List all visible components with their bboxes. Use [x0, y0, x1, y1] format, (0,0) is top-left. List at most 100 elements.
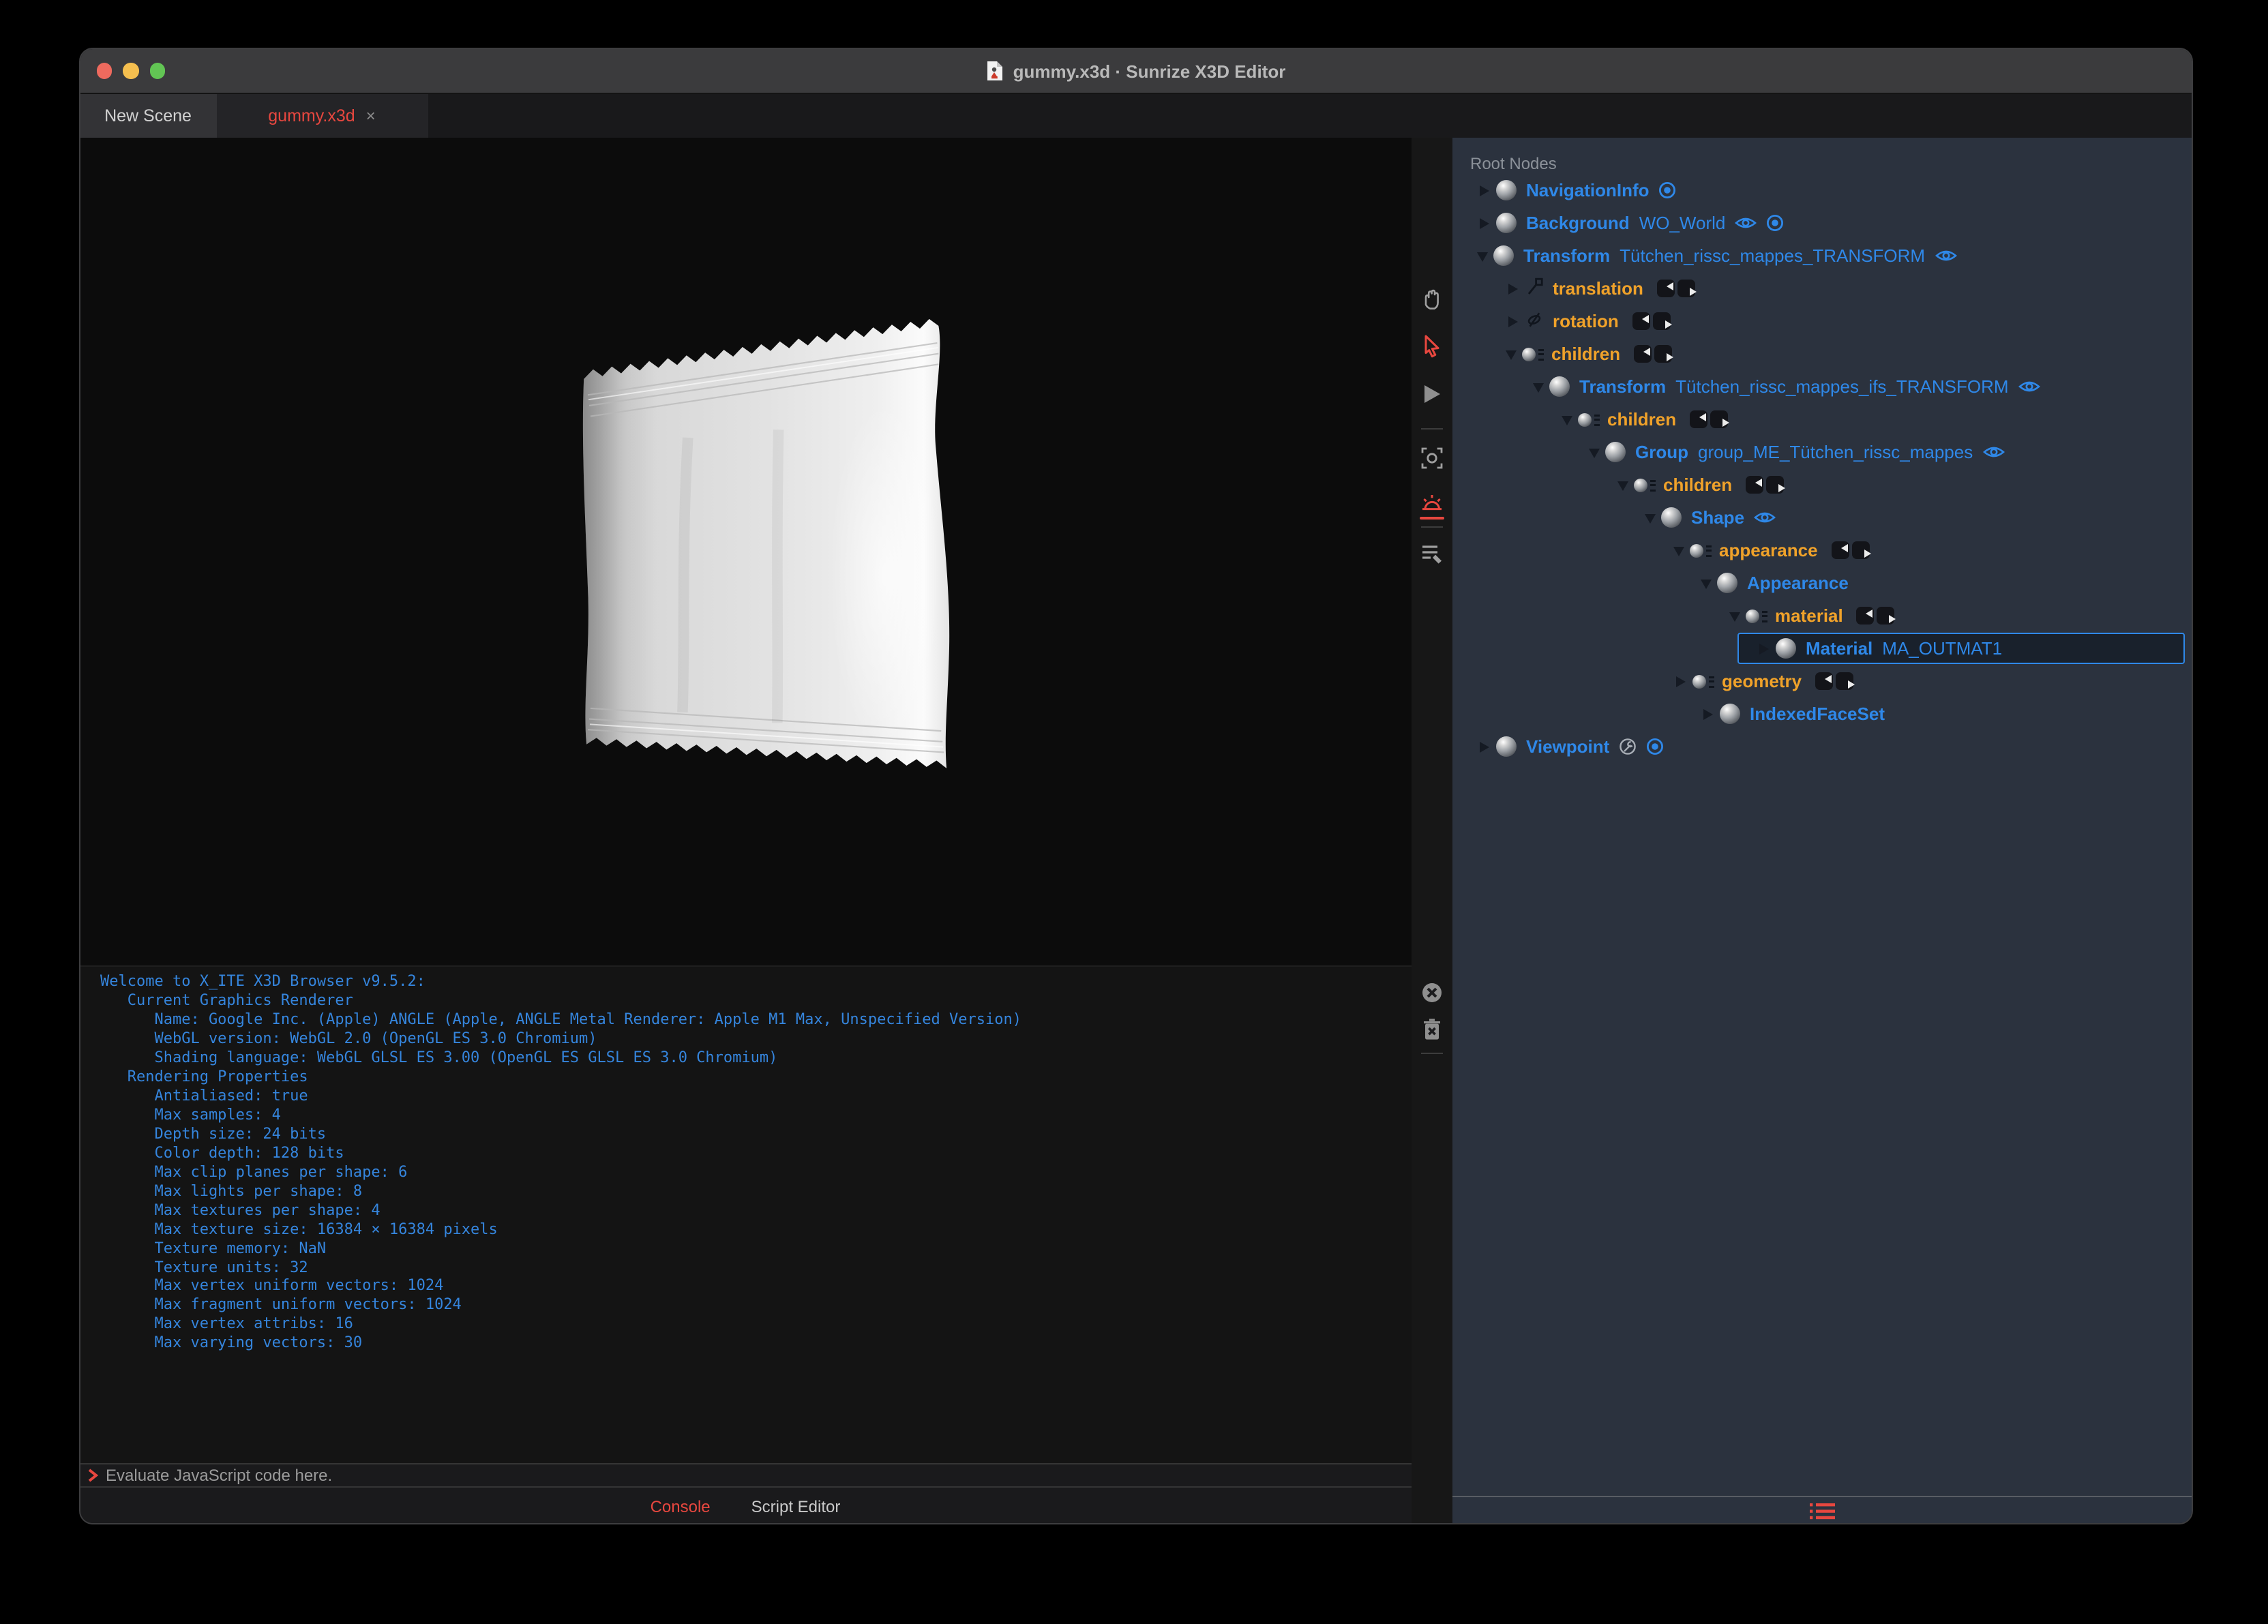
- node-def-name[interactable]: WO_World: [1639, 213, 1726, 233]
- console-input-row[interactable]: Evaluate JavaScript code here.: [80, 1462, 1411, 1487]
- route-in-icon[interactable]: [1856, 607, 1875, 625]
- outline-list-icon[interactable]: [1809, 1502, 1835, 1520]
- expander-icon[interactable]: [1533, 383, 1544, 393]
- expander-icon[interactable]: [1701, 580, 1712, 589]
- node-type-label[interactable]: appearance: [1719, 540, 1818, 560]
- route-out-icon[interactable]: [1652, 312, 1672, 330]
- select-arrow-tool-icon[interactable]: [1420, 334, 1444, 359]
- node-type-label[interactable]: children: [1551, 344, 1620, 364]
- expander-icon[interactable]: [1480, 217, 1489, 228]
- route-in-icon[interactable]: [1746, 476, 1764, 494]
- tree-row-transform[interactable]: Transform Tütchen_rissc_mappes_TRANSFORM: [1452, 239, 2192, 272]
- node-type-label[interactable]: material: [1775, 605, 1843, 626]
- expander-icon[interactable]: [1673, 547, 1684, 556]
- tab-gummy-x3d[interactable]: gummy.x3d ×: [216, 94, 428, 138]
- route-out-icon[interactable]: [1851, 541, 1871, 559]
- bound-target-icon[interactable]: [1766, 214, 1784, 232]
- node-def-name[interactable]: Tütchen_rissc_mappes_TRANSFORM: [1620, 245, 1925, 266]
- sun-light-icon[interactable]: [1420, 492, 1444, 514]
- route-in-icon[interactable]: [1690, 410, 1708, 428]
- node-def-name[interactable]: Tütchen_rissc_mappes_ifs_TRANSFORM: [1675, 376, 2008, 397]
- expander-icon[interactable]: [1505, 350, 1516, 360]
- route-in-icon[interactable]: [1632, 312, 1650, 330]
- visibility-eye-icon[interactable]: [1754, 510, 1776, 525]
- trash-icon[interactable]: [1422, 1017, 1442, 1040]
- route-connectors[interactable]: [1690, 410, 1730, 428]
- route-out-icon[interactable]: [1654, 345, 1674, 363]
- tree-row-children[interactable]: children: [1452, 403, 2192, 436]
- minimize-window-button[interactable]: [123, 63, 138, 79]
- expander-icon[interactable]: [1675, 676, 1685, 687]
- tree-row-viewpoint[interactable]: Viewpoint: [1452, 730, 2192, 763]
- expander-icon[interactable]: [1477, 252, 1488, 262]
- tab-close-icon[interactable]: ×: [366, 106, 376, 125]
- visibility-eye-icon[interactable]: [2018, 379, 2040, 394]
- expander-icon[interactable]: [1480, 741, 1489, 752]
- expander-icon[interactable]: [1759, 643, 1769, 654]
- route-out-icon[interactable]: [1710, 410, 1730, 428]
- route-connectors[interactable]: [1632, 312, 1672, 330]
- tree-row-material[interactable]: Material MA_OUTMAT1: [1452, 632, 2192, 665]
- console-output[interactable]: Welcome to X_ITE X3D Browser v9.5.2: Cur…: [80, 965, 1411, 1463]
- expander-icon[interactable]: [1703, 708, 1713, 719]
- tab-new-scene[interactable]: New Scene: [80, 94, 216, 138]
- route-out-icon[interactable]: [1877, 607, 1896, 625]
- tree-row-geometry[interactable]: geometry: [1452, 665, 2192, 697]
- snapshot-camera-icon[interactable]: [1420, 446, 1444, 470]
- hand-pan-tool-icon[interactable]: [1420, 288, 1444, 312]
- node-type-label[interactable]: Transform: [1523, 245, 1610, 266]
- expander-icon[interactable]: [1645, 514, 1656, 524]
- node-type-label[interactable]: Material: [1806, 638, 1872, 659]
- node-type-label[interactable]: Transform: [1579, 376, 1666, 397]
- route-connectors[interactable]: [1831, 541, 1871, 559]
- expander-icon[interactable]: [1561, 416, 1572, 425]
- tree-row-group[interactable]: Group group_ME_Tütchen_rissc_mappes: [1452, 436, 2192, 468]
- node-type-label[interactable]: Background: [1526, 213, 1630, 233]
- bound-target-icon[interactable]: [1659, 181, 1677, 199]
- 3d-viewport[interactable]: [80, 138, 1411, 965]
- node-type-label[interactable]: translation: [1553, 278, 1643, 299]
- route-connectors[interactable]: [1815, 672, 1855, 690]
- tree-row-rotation[interactable]: rotation: [1452, 305, 2192, 337]
- play-icon[interactable]: [1421, 383, 1443, 405]
- node-type-label[interactable]: children: [1607, 409, 1676, 430]
- bound-target-icon[interactable]: [1646, 738, 1664, 755]
- tree-row-translation[interactable]: translation: [1452, 272, 2192, 305]
- tree-row-children[interactable]: children: [1452, 468, 2192, 501]
- tree-row-appearance[interactable]: Appearance: [1452, 567, 2192, 599]
- tree-row-navigationinfo[interactable]: NavigationInfo: [1452, 174, 2192, 207]
- route-connectors[interactable]: [1856, 607, 1896, 625]
- expander-icon[interactable]: [1617, 481, 1628, 491]
- visibility-eye-icon[interactable]: [1982, 445, 2005, 460]
- node-type-label[interactable]: Shape: [1691, 507, 1744, 528]
- route-in-icon[interactable]: [1831, 541, 1849, 559]
- node-type-label[interactable]: Viewpoint: [1526, 736, 1609, 757]
- clear-console-icon[interactable]: [1421, 981, 1443, 1003]
- tree-row-indexedfaceset[interactable]: IndexedFaceSet: [1452, 697, 2192, 730]
- visibility-eye-icon[interactable]: [1735, 215, 1757, 230]
- expander-icon[interactable]: [1480, 185, 1489, 196]
- node-type-label[interactable]: Appearance: [1747, 573, 1849, 593]
- tree-row-shape[interactable]: Shape: [1452, 501, 2192, 534]
- route-in-icon[interactable]: [1656, 280, 1675, 297]
- expander-icon[interactable]: [1729, 612, 1740, 622]
- expander-icon[interactable]: [1508, 316, 1517, 327]
- node-type-label[interactable]: children: [1663, 475, 1732, 495]
- tree-row-children[interactable]: children: [1452, 337, 2192, 370]
- tab-script-editor[interactable]: Script Editor: [751, 1497, 841, 1516]
- node-type-label[interactable]: IndexedFaceSet: [1750, 704, 1885, 724]
- close-window-button[interactable]: [96, 63, 112, 79]
- node-type-label[interactable]: geometry: [1722, 671, 1802, 691]
- route-out-icon[interactable]: [1836, 672, 1855, 690]
- node-def-name[interactable]: MA_OUTMAT1: [1882, 638, 2002, 659]
- node-type-label[interactable]: NavigationInfo: [1526, 180, 1650, 200]
- tree-row-material[interactable]: material: [1452, 599, 2192, 632]
- tree-row-transform[interactable]: Transform Tütchen_rissc_mappes_ifs_TRANSF…: [1452, 370, 2192, 403]
- route-out-icon[interactable]: [1677, 280, 1697, 297]
- title-bar[interactable]: gummy.x3d · Sunrize X3D Editor: [80, 49, 2192, 94]
- tool-wrench-icon[interactable]: [1619, 738, 1637, 755]
- route-out-icon[interactable]: [1766, 476, 1786, 494]
- tree-row-appearance[interactable]: appearance: [1452, 534, 2192, 567]
- node-def-name[interactable]: group_ME_Tütchen_rissc_mappes: [1698, 442, 1973, 462]
- zoom-window-button[interactable]: [149, 63, 165, 79]
